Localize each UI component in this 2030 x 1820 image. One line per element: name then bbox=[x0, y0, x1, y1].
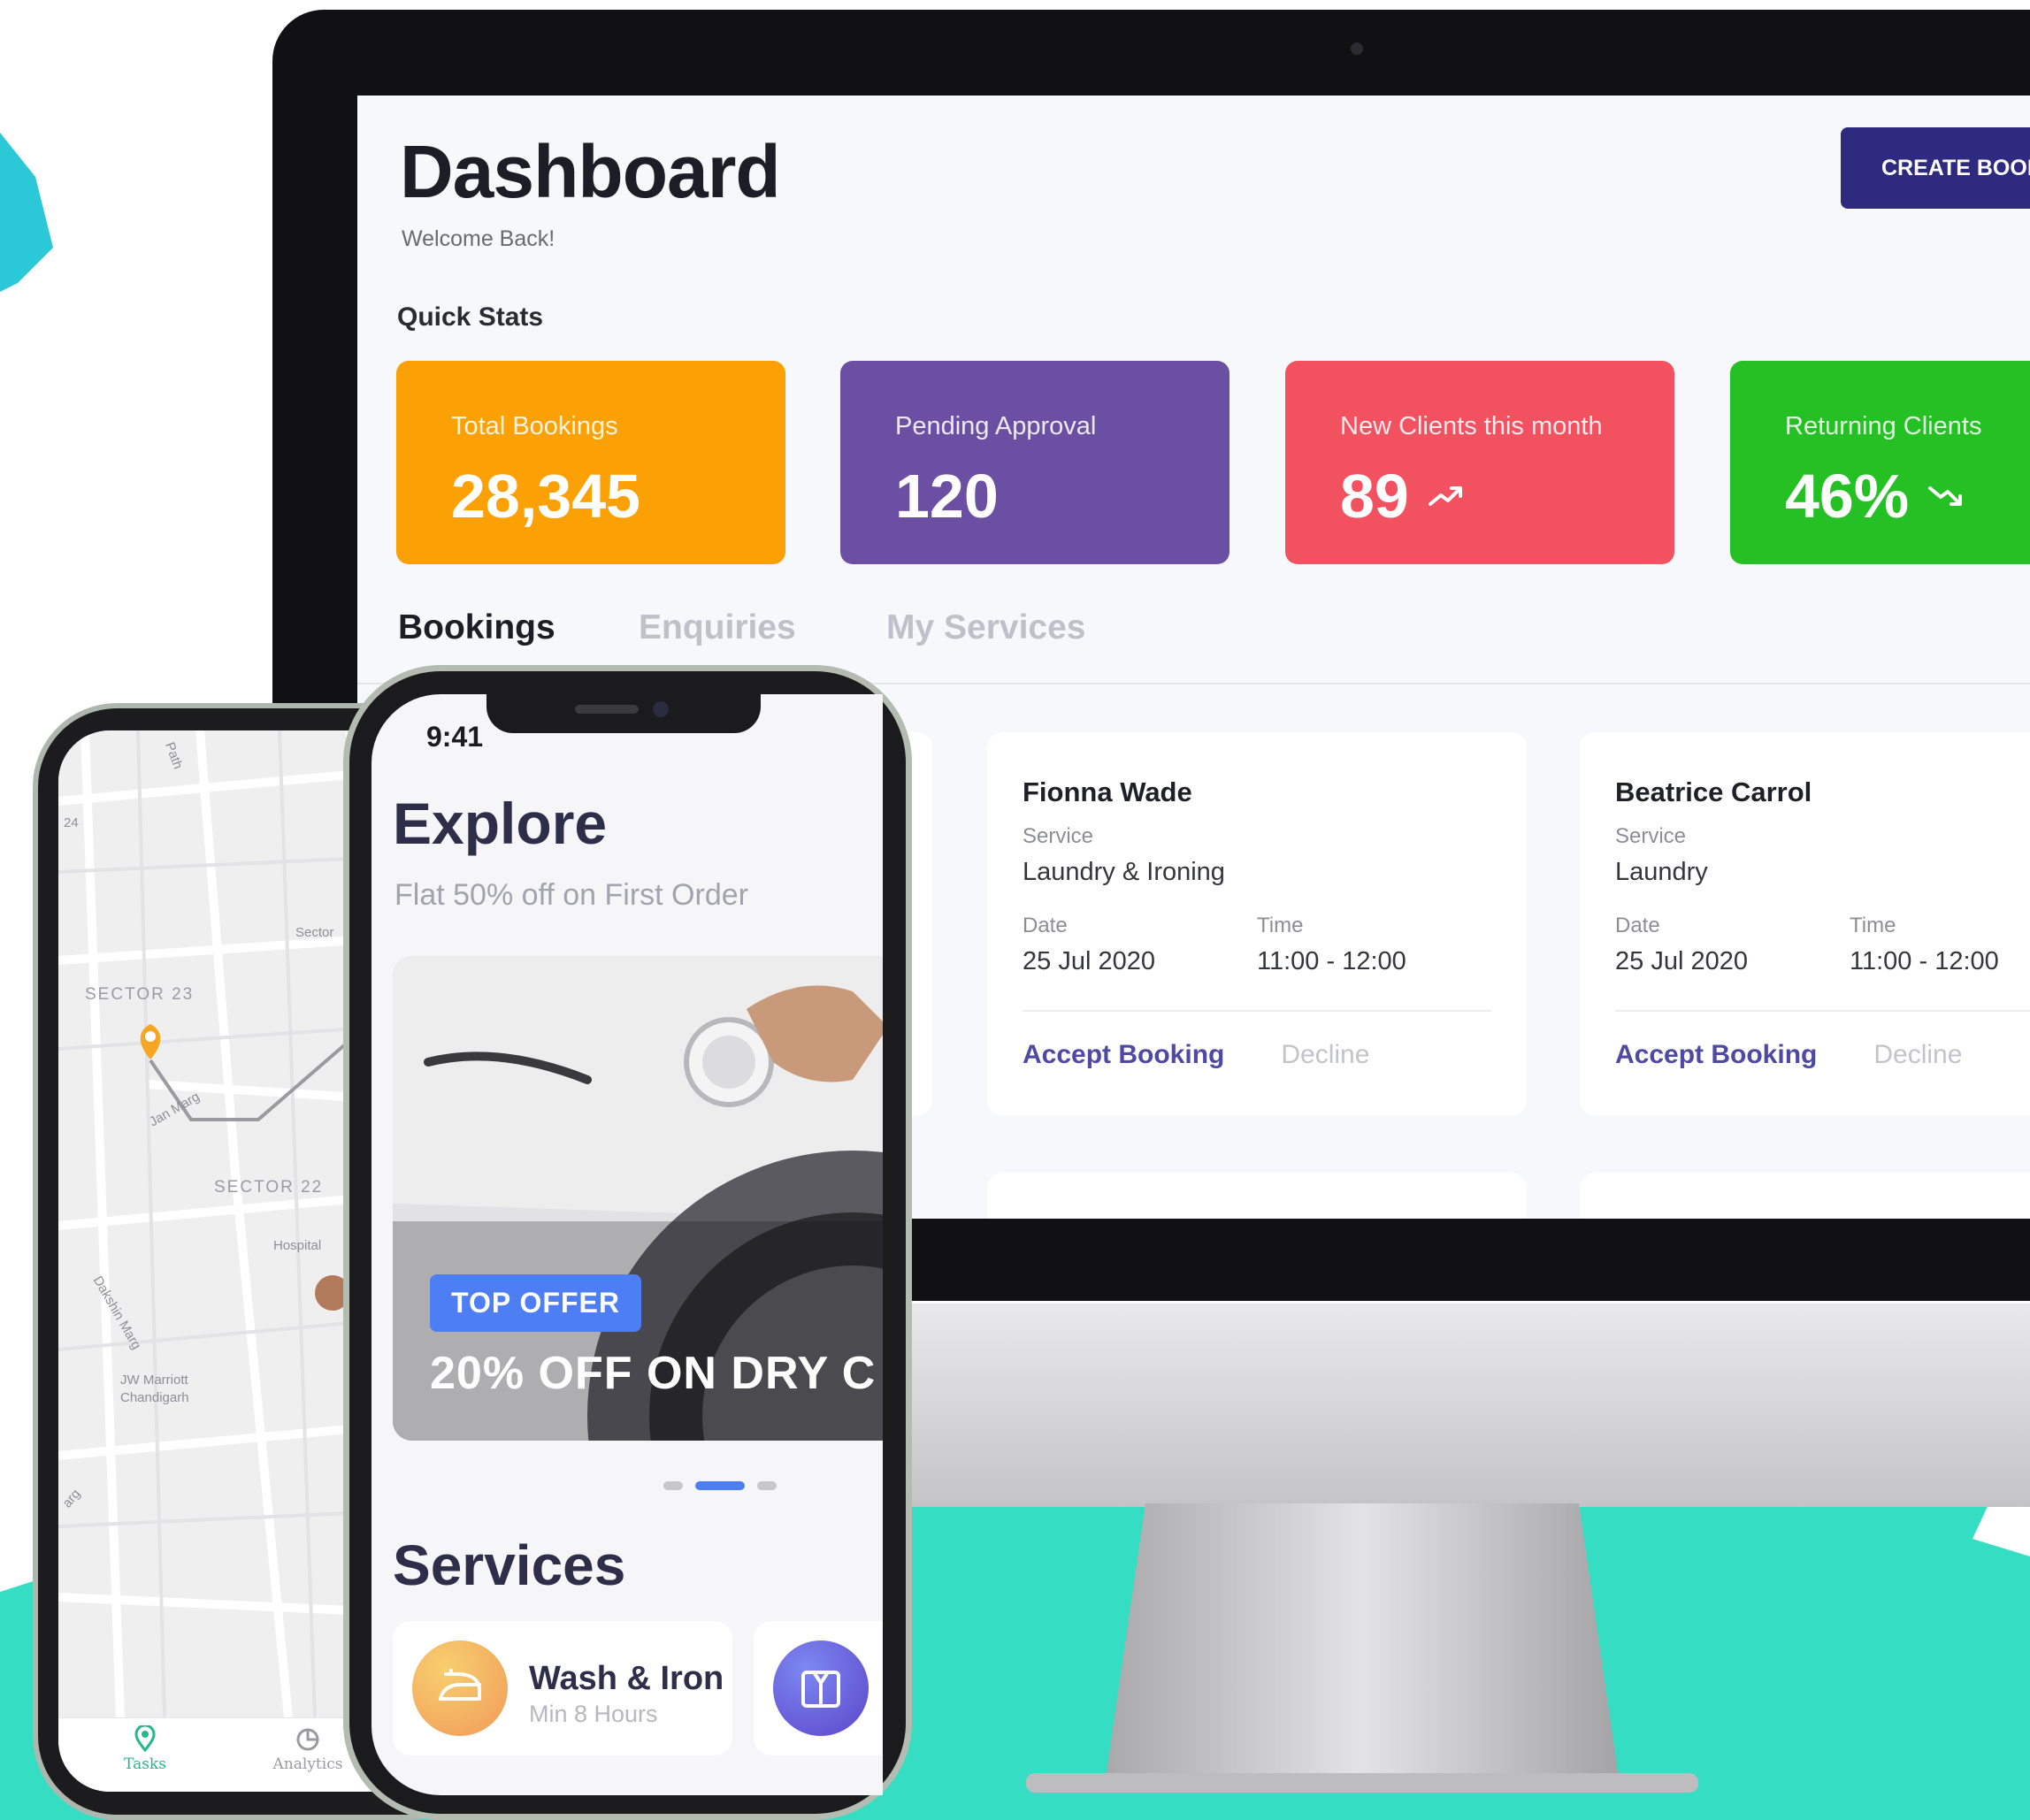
stat-value: 46% bbox=[1785, 462, 1910, 531]
stat-label: New Clients this month bbox=[1340, 412, 1603, 440]
pie-chart-icon bbox=[296, 1728, 319, 1751]
map-label: Chandigarh bbox=[120, 1390, 189, 1405]
map-label: SECTOR 23 bbox=[85, 985, 195, 1004]
stat-card-new-clients: New Clients this month 89 bbox=[1285, 361, 1674, 564]
service-value: Laundry bbox=[1615, 858, 1708, 886]
banner-headline: 20% OFF ON DRY C bbox=[430, 1348, 877, 1399]
stat-label: Total Bookings bbox=[451, 412, 618, 440]
carousel-dot[interactable] bbox=[757, 1481, 777, 1490]
offer-banner[interactable]: TOP OFFER 20% OFF ON DRY C bbox=[393, 956, 883, 1441]
service-card-partial[interactable] bbox=[754, 1621, 883, 1755]
tab-enquiries[interactable]: Enquiries bbox=[639, 608, 796, 647]
time-label: Time bbox=[1850, 914, 1896, 937]
decline-button[interactable]: Decline bbox=[1281, 1040, 1369, 1070]
map-label: JW Marriott bbox=[120, 1373, 188, 1388]
location-pin-icon bbox=[134, 1725, 156, 1752]
accept-booking-button[interactable]: Accept Booking bbox=[1023, 1040, 1224, 1070]
map-label: SECTOR 22 bbox=[214, 1178, 324, 1197]
page-title: Dashboard bbox=[400, 130, 781, 213]
carousel-dot-active[interactable] bbox=[695, 1481, 745, 1490]
trending-up-icon bbox=[1428, 486, 1462, 506]
stat-value: 120 bbox=[895, 462, 999, 531]
map-label: 24 bbox=[64, 815, 79, 830]
explore-title: Explore bbox=[393, 791, 608, 856]
iron-icon bbox=[412, 1640, 508, 1736]
booking-card-partial bbox=[987, 1173, 1527, 1219]
date-value: 25 Jul 2020 bbox=[1023, 947, 1155, 975]
stat-card-pending-approval: Pending Approval 120 bbox=[840, 361, 1229, 564]
carousel-dots bbox=[663, 1481, 777, 1490]
time-value: 11:00 - 12:00 bbox=[1850, 947, 1999, 975]
explore-phone-screen: 9:41 Explore Flat 50% off on First Order… bbox=[372, 694, 883, 1795]
monitor-stand bbox=[1026, 1503, 1698, 1793]
tab-bookings[interactable]: Bookings bbox=[398, 608, 555, 647]
stat-label: Pending Approval bbox=[895, 412, 1097, 440]
card-divider bbox=[1615, 1010, 2030, 1012]
monitor-camera bbox=[1351, 42, 1363, 55]
stat-value: 89 bbox=[1340, 462, 1409, 531]
create-booking-button[interactable]: CREATE BOOK bbox=[1841, 127, 2030, 209]
client-name: Beatrice Carrol bbox=[1615, 776, 1812, 807]
booking-card: Fionna Wade Service Laundry & Ironing Da… bbox=[987, 732, 1527, 1116]
tab-label: Analytics bbox=[272, 1755, 343, 1773]
map-label: Hospital bbox=[273, 1238, 322, 1253]
trending-down-icon bbox=[1928, 486, 1963, 506]
tab-my-services[interactable]: My Services bbox=[886, 608, 1086, 647]
map-label: Sector bbox=[295, 925, 334, 940]
booking-card-partial bbox=[1580, 1173, 2030, 1219]
service-value: Laundry & Ironing bbox=[1023, 858, 1225, 886]
service-label: Service bbox=[1615, 824, 1687, 848]
notch-camera bbox=[653, 701, 669, 717]
explore-subtitle: Flat 50% off on First Order bbox=[395, 878, 748, 912]
accept-booking-button[interactable]: Accept Booking bbox=[1615, 1040, 1817, 1070]
service-name: Wash & Iron bbox=[529, 1660, 724, 1697]
date-label: Date bbox=[1615, 914, 1660, 937]
time-label: Time bbox=[1257, 914, 1304, 937]
service-duration: Min 8 Hours bbox=[529, 1701, 658, 1727]
client-name: Fionna Wade bbox=[1023, 776, 1192, 807]
services-heading: Services bbox=[393, 1533, 626, 1597]
booking-card: Beatrice Carrol Service Laundry Date 25 … bbox=[1580, 732, 2030, 1116]
phone-notch bbox=[486, 694, 761, 733]
top-offer-badge: TOP OFFER bbox=[430, 1274, 641, 1332]
service-label: Service bbox=[1023, 824, 1094, 848]
decline-button[interactable]: Decline bbox=[1873, 1040, 1962, 1070]
quick-stats-heading: Quick Stats bbox=[397, 302, 544, 332]
carousel-dot[interactable] bbox=[663, 1481, 683, 1490]
date-label: Date bbox=[1023, 914, 1068, 937]
date-value: 25 Jul 2020 bbox=[1615, 947, 1748, 975]
time-value: 11:00 - 12:00 bbox=[1257, 947, 1406, 975]
stat-label: Returning Clients bbox=[1785, 412, 1982, 440]
card-divider bbox=[1023, 1010, 1491, 1012]
shirt-icon bbox=[773, 1640, 869, 1736]
stat-card-returning-clients: Returning Clients 46% bbox=[1730, 361, 2030, 564]
stat-card-total-bookings: Total Bookings 28,345 bbox=[396, 361, 785, 564]
stat-value: 28,345 bbox=[451, 462, 641, 531]
service-card-wash-iron[interactable]: Wash & Iron Min 8 Hours bbox=[393, 1621, 732, 1755]
page-subtitle: Welcome Back! bbox=[402, 226, 555, 251]
tab-tasks[interactable]: Tasks bbox=[92, 1725, 198, 1773]
status-bar-time: 9:41 bbox=[426, 721, 484, 753]
notch-speaker bbox=[575, 705, 639, 714]
tab-label: Tasks bbox=[124, 1755, 166, 1773]
